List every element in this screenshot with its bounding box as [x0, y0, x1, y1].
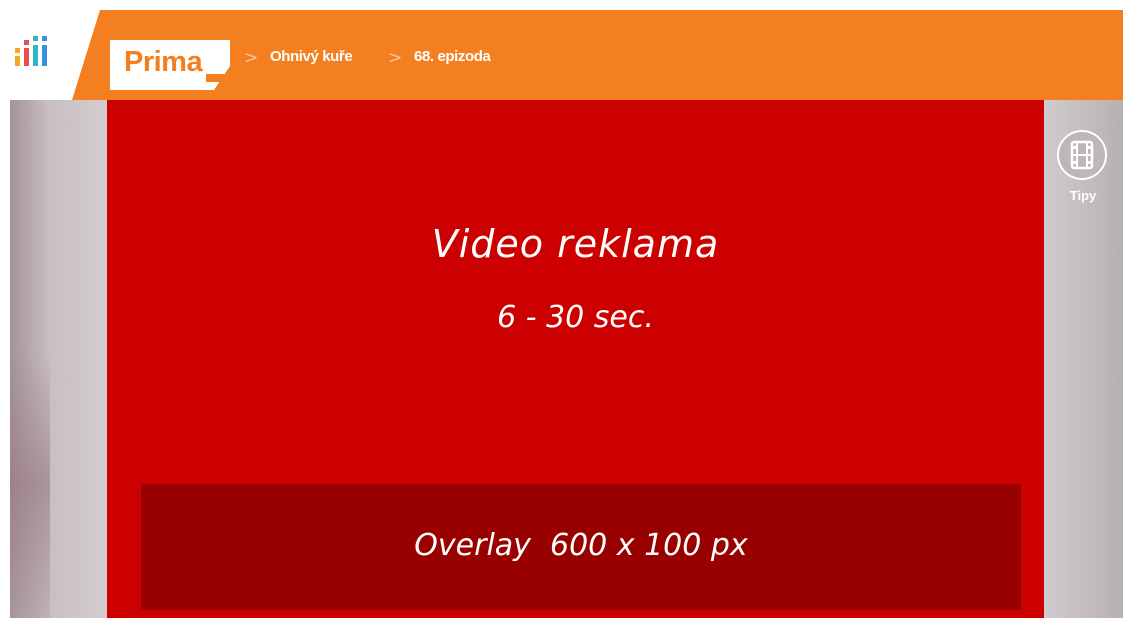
breadcrumb-show[interactable]: Ohnivý kuře: [270, 48, 353, 65]
top-navigation-bar: Prima > Ohnivý kuře > 68. epizoda: [0, 10, 1123, 100]
overlay-ad-placeholder[interactable]: Overlay 600 x 100 px: [141, 484, 1021, 610]
overlay-label: Overlay 600 x 100 px: [414, 528, 748, 563]
left-shade: [10, 350, 50, 618]
prima-logo[interactable]: Prima: [110, 40, 232, 90]
video-ad-placeholder[interactable]: Video reklama 6 - 30 sec. Overlay 600 x …: [107, 100, 1044, 618]
tips-button[interactable]: Tipy: [1054, 130, 1112, 210]
page: Prima > Ohnivý kuře > 68. epizoda Video …: [0, 0, 1123, 618]
stats-logo-area[interactable]: [0, 10, 100, 100]
prima-logo-text: Prima: [124, 46, 203, 78]
video-stage: Video reklama 6 - 30 sec. Overlay 600 x …: [10, 100, 1123, 618]
ad-duration: 6 - 30 sec.: [497, 300, 654, 335]
left-blurred-background: [10, 100, 107, 618]
stats-bars-icon: [15, 36, 47, 66]
breadcrumb-episode[interactable]: 68. epizoda: [414, 48, 491, 65]
ad-title: Video reklama: [431, 222, 720, 266]
tips-circle: [1057, 130, 1107, 180]
tips-label: Tipy: [1069, 188, 1097, 203]
chevron-right-icon: >: [388, 48, 403, 68]
chevron-right-icon: >: [244, 48, 259, 68]
film-strip-icon: [1070, 140, 1094, 170]
